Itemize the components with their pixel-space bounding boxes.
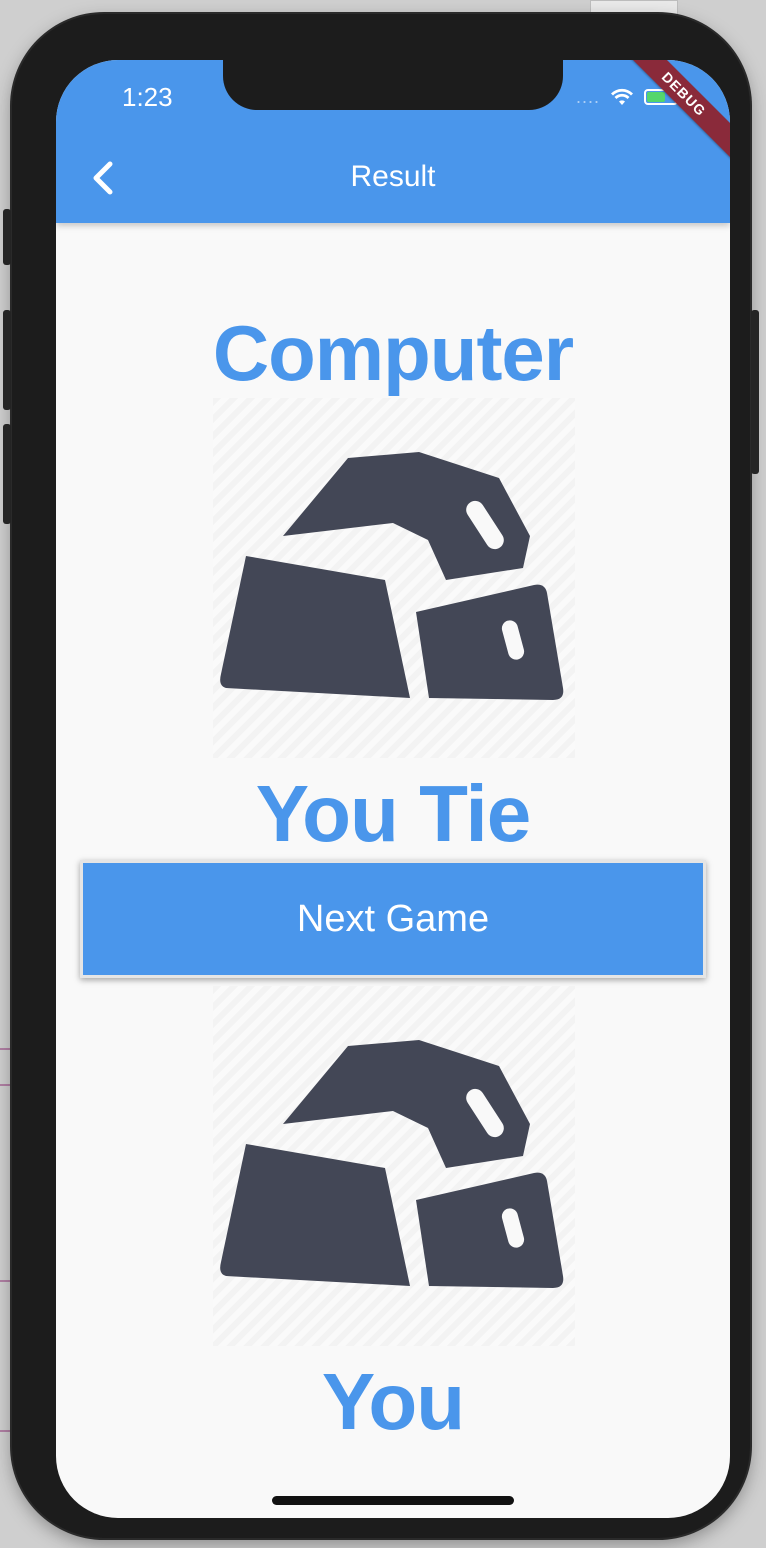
phone-frame: 1:23 .... DEBUG Result Computer You Tie … [3,14,759,1538]
rock-icon [220,1040,564,1288]
volume-up-button [3,310,11,410]
wifi-icon [611,88,634,105]
volume-down-button [3,424,11,524]
page-title: Result [350,160,436,193]
computer-choice-image [213,398,575,758]
power-button [751,310,759,474]
result-outcome: You Tie [255,769,532,858]
camera-notch [223,58,563,110]
screen: 1:23 .... DEBUG Result Computer You Tie … [56,60,730,1518]
status-time: 1:23 [122,82,173,112]
next-game-button[interactable]: Next Game [80,860,706,978]
rock-icon [220,452,564,700]
home-indicator[interactable] [272,1496,514,1505]
mute-switch [3,209,11,265]
computer-label: Computer [212,309,574,397]
player-label: You [321,1357,465,1446]
signal-icon: .... [576,86,601,107]
player-choice-image [213,986,575,1346]
